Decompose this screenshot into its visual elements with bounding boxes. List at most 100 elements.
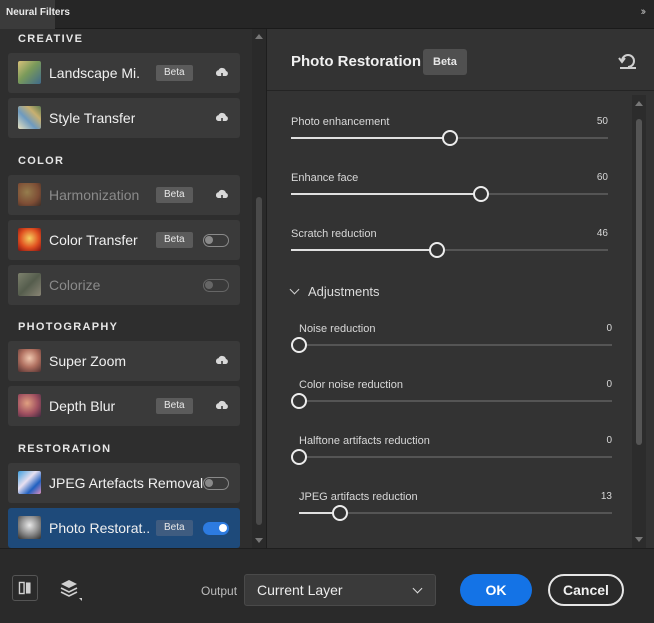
slider-knob[interactable] <box>441 130 458 146</box>
filter-colorize[interactable]: Colorize <box>8 265 240 305</box>
filter-color-transfer[interactable]: Color Transfer Beta <box>8 220 240 260</box>
cloud-download-icon[interactable] <box>214 398 230 414</box>
scroll-up-icon[interactable] <box>255 34 263 39</box>
chevron-down-icon <box>289 284 300 295</box>
slider-label: Color noise reduction <box>299 379 403 391</box>
tab-bar: Neural Filters ›› <box>0 0 654 29</box>
slider-label: Scratch reduction <box>291 228 377 240</box>
super-zoom-thumbnail <box>18 349 41 372</box>
ok-button[interactable]: OK <box>460 574 532 606</box>
filter-label: Depth Blur <box>49 398 116 414</box>
photo-restoration-thumbnail <box>18 516 41 539</box>
harmonization-thumbnail <box>18 183 41 206</box>
tab-neural-filters[interactable]: Neural Filters <box>0 0 70 29</box>
cloud-download-icon[interactable] <box>214 110 230 126</box>
beta-badge: Beta <box>156 65 193 81</box>
filter-super-zoom[interactable]: Super Zoom <box>8 341 240 381</box>
colorize-toggle[interactable] <box>203 279 229 292</box>
slider-value: 13 <box>600 491 612 502</box>
scrollbar-thumb[interactable] <box>256 197 262 525</box>
depth-blur-thumbnail <box>18 394 41 417</box>
slider-fill <box>291 249 437 251</box>
filter-label: JPEG Artefacts Removal <box>49 475 204 491</box>
filter-photo-restoration[interactable]: Photo Restorat... Beta <box>8 508 240 548</box>
cancel-button[interactable]: Cancel <box>548 574 624 606</box>
slider-value: 50 <box>596 116 608 127</box>
slider-fill <box>291 137 450 139</box>
filter-label: Color Transfer <box>49 232 138 248</box>
slider-track[interactable] <box>299 400 612 402</box>
scrollbar-thumb[interactable] <box>636 119 642 445</box>
slider-label: JPEG artifacts reduction <box>299 491 418 503</box>
beta-badge: Beta <box>156 187 193 203</box>
slider-label: Halftone artifacts reduction <box>299 435 430 447</box>
slider-track[interactable] <box>299 344 612 346</box>
filter-depth-blur[interactable]: Depth Blur Beta <box>8 386 240 426</box>
slider-value: 0 <box>606 435 612 446</box>
photo-restoration-toggle[interactable] <box>203 522 229 535</box>
filter-label: Photo Restorat... <box>49 520 149 536</box>
chevron-down-icon <box>412 583 423 594</box>
filter-label: Harmonization <box>49 187 140 203</box>
panel-title: Photo Restoration <box>291 53 421 70</box>
filter-list-scrollbar[interactable] <box>252 29 266 548</box>
category-creative: CREATIVE <box>18 33 84 45</box>
beta-badge: Beta <box>156 520 193 536</box>
filter-settings-panel: Photo Restoration Beta Photo enhancement… <box>267 29 654 548</box>
cloud-download-icon[interactable] <box>214 65 230 81</box>
filter-landscape-mixer[interactable]: Landscape Mi... Beta <box>8 53 240 93</box>
adjustments-toggle[interactable]: Adjustments <box>289 284 380 299</box>
jpeg-artefacts-toggle[interactable] <box>203 477 229 490</box>
output-select[interactable]: Current Layer <box>244 574 436 606</box>
slider-knob[interactable] <box>428 242 445 258</box>
cloud-download-icon[interactable] <box>214 187 230 203</box>
filter-style-transfer[interactable]: Style Transfer <box>8 98 240 138</box>
slider-knob[interactable] <box>291 393 307 409</box>
filter-label: Landscape Mi... <box>49 65 141 81</box>
category-color: COLOR <box>18 155 65 167</box>
cloud-download-icon[interactable] <box>214 353 230 369</box>
filter-list-panel: CREATIVE Landscape Mi... Beta Style Tran… <box>0 29 266 548</box>
slider-label: Noise reduction <box>299 323 376 335</box>
filter-jpeg-artefacts-removal[interactable]: JPEG Artefacts Removal <box>8 463 240 503</box>
slider-value: 0 <box>606 379 612 390</box>
settings-scrollbar[interactable] <box>632 95 646 548</box>
filter-label: Style Transfer <box>49 110 136 126</box>
style-transfer-thumbnail <box>18 106 41 129</box>
footer-bar: Output Current Layer OK Cancel <box>0 548 654 623</box>
slider-label: Enhance face <box>291 172 359 184</box>
color-transfer-thumbnail <box>18 228 41 251</box>
filter-label: Super Zoom <box>49 353 127 369</box>
jpeg-artefacts-thumbnail <box>18 471 41 494</box>
slider-label: Photo enhancement <box>291 116 390 128</box>
beta-badge: Beta <box>156 398 193 414</box>
slider-knob[interactable] <box>331 505 348 521</box>
category-restoration: RESTORATION <box>18 443 112 455</box>
filter-label: Colorize <box>49 277 101 293</box>
slider-track[interactable] <box>299 456 612 458</box>
scroll-down-icon[interactable] <box>635 537 643 542</box>
layers-icon[interactable] <box>56 575 82 601</box>
slider-knob[interactable] <box>291 337 307 353</box>
slider-knob[interactable] <box>291 449 307 465</box>
scroll-down-icon[interactable] <box>255 538 263 543</box>
compare-split-view-icon[interactable] <box>12 575 38 601</box>
color-transfer-toggle[interactable] <box>203 234 229 247</box>
slider-fill <box>291 193 482 195</box>
category-photography: PHOTOGRAPHY <box>18 321 119 333</box>
slider-value: 0 <box>606 323 612 334</box>
slider-knob[interactable] <box>473 186 490 202</box>
slider-value: 46 <box>596 228 608 239</box>
landscape-thumbnail <box>18 61 41 84</box>
reset-icon[interactable] <box>618 53 638 69</box>
slider-value: 60 <box>596 172 608 183</box>
beta-badge: Beta <box>423 49 467 75</box>
output-select-value: Current Layer <box>257 582 343 598</box>
output-label: Output <box>201 584 238 598</box>
filter-harmonization[interactable]: Harmonization Beta <box>8 175 240 215</box>
beta-badge: Beta <box>156 232 193 248</box>
double-chevron-right-icon[interactable]: ›› <box>641 6 647 18</box>
scroll-up-icon[interactable] <box>635 101 643 106</box>
colorize-thumbnail <box>18 273 41 296</box>
panel-header: Photo Restoration Beta <box>267 29 654 91</box>
